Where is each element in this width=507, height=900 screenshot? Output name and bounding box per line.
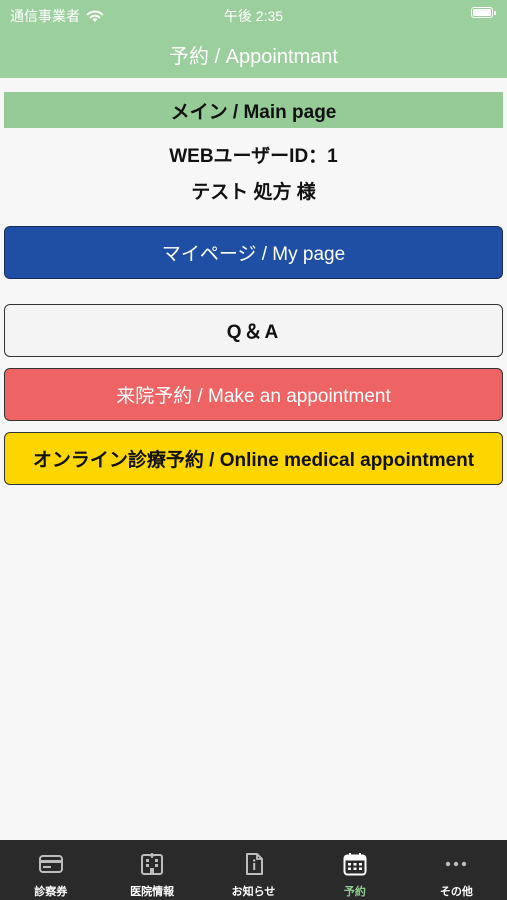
- mypage-button[interactable]: マイページ / My page: [4, 226, 503, 279]
- notice-icon: [245, 853, 263, 875]
- app-header: 通信事業者 午後 2:35 予約 / Appointmant: [0, 0, 507, 78]
- page-title: 予約 / Appointmant: [169, 46, 338, 68]
- card-icon: [38, 855, 63, 873]
- clock: 午後 2:35: [223, 8, 284, 24]
- status-bar: 通信事業者 午後 2:35: [0, 0, 507, 28]
- calendar-icon: [343, 853, 367, 876]
- battery-icon: [471, 7, 496, 18]
- more-icon: [446, 861, 467, 867]
- tab-label: その他: [439, 886, 473, 898]
- tab-patient-card[interactable]: 診察券: [0, 840, 101, 900]
- section-title: メイン / Main page: [4, 92, 503, 128]
- tab-more[interactable]: その他: [406, 840, 507, 900]
- make-appointment-button[interactable]: 来院予約 / Make an appointment: [4, 368, 503, 421]
- tab-label: 医院情報: [130, 886, 175, 898]
- online-appointment-button[interactable]: オンライン診療予約 / Online medical appointment: [4, 432, 503, 485]
- tab-label: お知らせ: [231, 886, 276, 898]
- tab-clinic-info[interactable]: 医院情報: [101, 840, 202, 900]
- tab-label: 診察券: [34, 886, 68, 898]
- user-id-text: WEBユーザーID：1: [169, 146, 338, 167]
- tab-bar: 診察券 医院情報 お知らせ 予約 その他: [0, 840, 507, 900]
- user-name-text: テスト 処方 様: [191, 182, 316, 203]
- building-icon: [141, 853, 164, 875]
- tab-appointment[interactable]: 予約: [304, 840, 405, 900]
- tab-notices[interactable]: お知らせ: [203, 840, 304, 900]
- tab-label: 予約: [343, 886, 366, 898]
- qa-button[interactable]: Q＆A: [4, 304, 503, 357]
